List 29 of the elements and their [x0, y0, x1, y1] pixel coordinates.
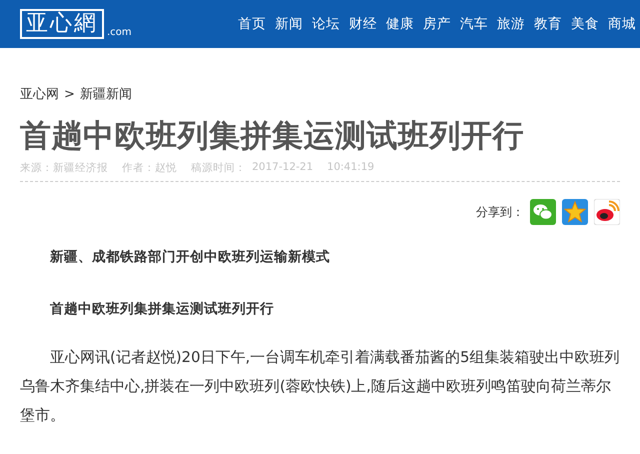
nav-link[interactable]: 首页: [238, 15, 266, 33]
article-meta: 10:41:19: [327, 161, 374, 175]
article-subheading: 新疆、成都铁路部门开创中欧班列运输新模式: [49, 248, 331, 267]
wechat-icon[interactable]: [530, 199, 556, 225]
breadcrumb-link[interactable]: 亚心网: [20, 86, 59, 104]
nav-link[interactable]: 商城: [608, 15, 636, 33]
article-subheading: 首趟中欧班列集拼集运测试班列开行: [49, 300, 275, 319]
nav-link[interactable]: 美食: [571, 15, 599, 33]
nav-link[interactable]: 健康: [386, 15, 414, 33]
nav-link[interactable]: 房产: [423, 15, 451, 33]
nav-link[interactable]: 汽车: [460, 15, 488, 33]
logo-suffix: .com: [107, 27, 132, 39]
star-icon[interactable]: [562, 199, 588, 225]
article-meta: 来源：新疆经济报: [20, 161, 108, 175]
article-meta: 作者：赵悦: [122, 161, 177, 175]
article-meta: 2017-12-21: [252, 161, 314, 175]
article-title: 首趟中欧班列集拼集运测试班列开行: [20, 117, 525, 156]
share-label: 分享到：: [476, 204, 524, 220]
nav-link[interactable]: 论坛: [312, 15, 340, 33]
site-logo[interactable]: 亚心網: [20, 9, 104, 39]
nav-link[interactable]: 教育: [534, 15, 562, 33]
article-paragraph: 亚心网讯(记者赵悦)20日下午,一台调车机牵引着满载番茄酱的5组集装箱驶出中欧班列乌鲁木齐集结中心,拼装在一列中欧班列(蓉欧快铁)上,随后这趟中欧班列鸣笛驶向荷兰蒂尔堡市。: [20, 348, 620, 426]
nav-link[interactable]: 财经: [349, 15, 377, 33]
nav-link[interactable]: 新闻: [275, 15, 303, 33]
article-meta: 稿源时间：: [191, 161, 246, 175]
nav-link[interactable]: 旅游: [497, 15, 525, 33]
weibo-icon[interactable]: [594, 199, 620, 225]
breadcrumb-separator: >: [64, 86, 75, 104]
breadcrumb-link[interactable]: 新疆新闻: [80, 86, 132, 104]
